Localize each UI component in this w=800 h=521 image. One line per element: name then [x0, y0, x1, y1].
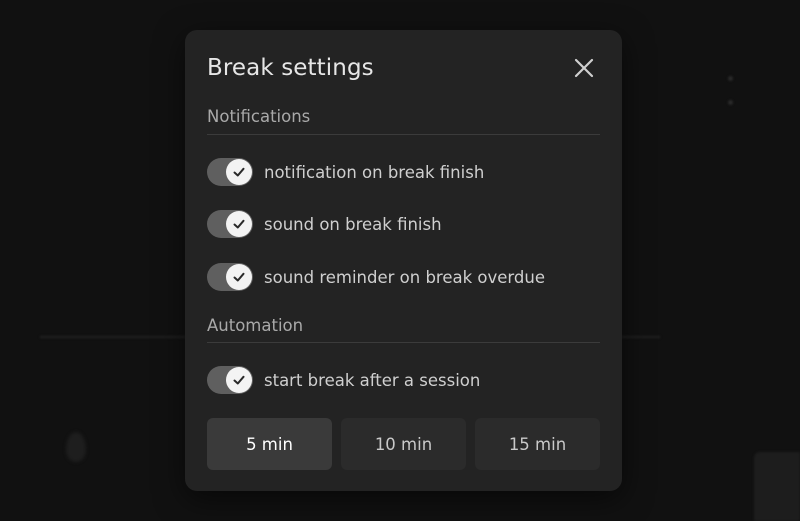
break-settings-dialog: Break settings Notifications notificatio… [185, 30, 622, 491]
background-panel [754, 452, 800, 521]
background-drop-icon [66, 432, 86, 462]
toggle-switch[interactable] [207, 210, 253, 238]
toggle-label: notification on break finish [264, 162, 485, 182]
toggle-knob [226, 211, 252, 237]
background-bullet [728, 76, 733, 81]
toggle-label: start break after a session [264, 370, 481, 390]
checkmark-icon [233, 219, 245, 229]
duration-button-5-min[interactable]: 5 min [207, 418, 332, 470]
duration-button-15-min[interactable]: 15 min [475, 418, 600, 470]
toggle-knob [226, 367, 252, 393]
dialog-title: Break settings [207, 55, 374, 81]
toggle-switch[interactable] [207, 366, 253, 394]
toggle-row-notification-on-break-finish[interactable]: notification on break finish [207, 156, 484, 188]
break-duration-options: 5 min 10 min 15 min [207, 418, 600, 470]
section-divider [207, 134, 600, 135]
toggle-switch[interactable] [207, 158, 253, 186]
checkmark-icon [233, 167, 245, 177]
section-header-notifications: Notifications [207, 107, 311, 126]
duration-button-10-min[interactable]: 10 min [341, 418, 466, 470]
background-bullet [728, 100, 733, 105]
toggle-switch[interactable] [207, 263, 253, 291]
section-divider [207, 342, 600, 343]
close-button[interactable] [569, 53, 599, 83]
toggle-knob [226, 159, 252, 185]
toggle-label: sound on break finish [264, 214, 442, 234]
toggle-label: sound reminder on break overdue [264, 267, 546, 287]
toggle-row-sound-on-break-finish[interactable]: sound on break finish [207, 208, 442, 240]
close-icon [574, 58, 594, 78]
toggle-row-sound-reminder-on-break-overdue[interactable]: sound reminder on break overdue [207, 261, 545, 293]
checkmark-icon [233, 272, 245, 282]
section-header-automation: Automation [207, 316, 304, 335]
toggle-knob [226, 264, 252, 290]
toggle-row-start-break-after-session[interactable]: start break after a session [207, 364, 480, 396]
checkmark-icon [233, 375, 245, 385]
